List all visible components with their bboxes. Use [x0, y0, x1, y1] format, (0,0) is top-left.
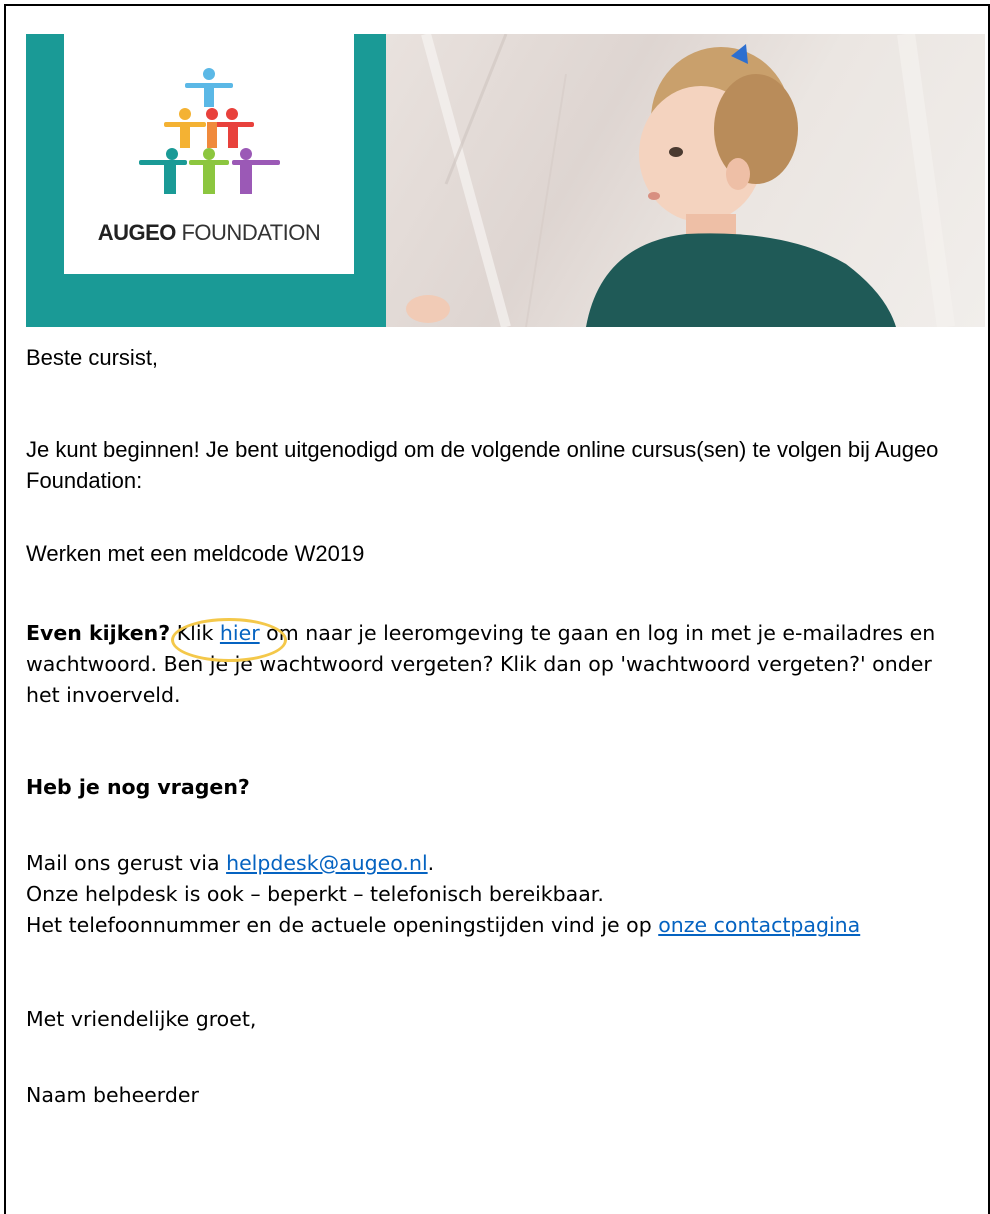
augeo-logo: AUGEO FOUNDATION	[64, 34, 354, 274]
signature: Naam beheerder	[26, 1083, 199, 1107]
helpdesk-paragraph: Mail ons gerust via helpdesk@augeo.nl. O…	[26, 848, 966, 941]
banner-teal-panel: AUGEO FOUNDATION	[26, 34, 386, 327]
people-pyramid-icon	[139, 68, 280, 194]
cta-bold: Even kijken?	[26, 621, 171, 645]
contact-page-link[interactable]: onze contactpagina	[658, 913, 860, 937]
cta-paragraph: Even kijken? Klik hier om naar je leerom…	[26, 618, 966, 711]
child-photo	[386, 34, 985, 327]
hours-line: Het telefoonnummer en de actuele opening…	[26, 913, 861, 937]
intro-paragraph: Je kunt beginnen! Je bent uitgenodigd om…	[26, 437, 939, 493]
mail-line: Mail ons gerust via helpdesk@augeo.nl.	[26, 851, 435, 875]
greeting: Beste cursist,	[26, 345, 159, 370]
logo-wordmark: AUGEO FOUNDATION	[97, 220, 321, 245]
closing: Met vriendelijke groet,	[26, 1007, 257, 1031]
phone-line: Onze helpdesk is ook – beperkt – telefon…	[26, 882, 604, 906]
header-banner: AUGEO FOUNDATION	[26, 34, 985, 327]
login-link[interactable]: hier	[220, 621, 260, 645]
helpdesk-email-link[interactable]: helpdesk@augeo.nl	[226, 851, 428, 875]
questions-heading: Heb je nog vragen?	[26, 775, 250, 799]
course-name: Werken met een meldcode W2019	[26, 541, 365, 566]
